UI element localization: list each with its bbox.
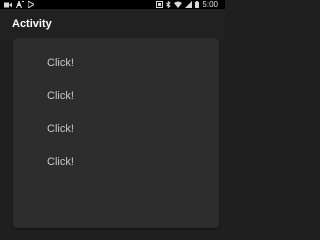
play-store-icon — [28, 1, 34, 8]
signal-icon — [185, 1, 193, 8]
battery-icon — [195, 1, 200, 8]
wifi-icon — [174, 1, 183, 8]
click-item-2[interactable]: Click! — [47, 90, 74, 103]
status-clock: 5:00 — [202, 0, 218, 9]
status-icons-right: 5:00 — [156, 0, 218, 9]
bluetooth-icon — [166, 1, 172, 8]
screenshot-icon — [156, 1, 164, 8]
status-icons-left — [4, 0, 34, 9]
font-a-icon — [16, 1, 24, 8]
video-icon — [4, 2, 12, 8]
click-item-4[interactable]: Click! — [47, 156, 74, 169]
content-card: Click! Click! Click! Click! — [13, 38, 219, 228]
page-title: Activity — [12, 18, 52, 30]
app-bar: Activity — [0, 9, 225, 40]
click-item-3[interactable]: Click! — [47, 123, 74, 136]
status-bar: 5:00 — [0, 0, 225, 9]
click-item-1[interactable]: Click! — [47, 57, 74, 70]
